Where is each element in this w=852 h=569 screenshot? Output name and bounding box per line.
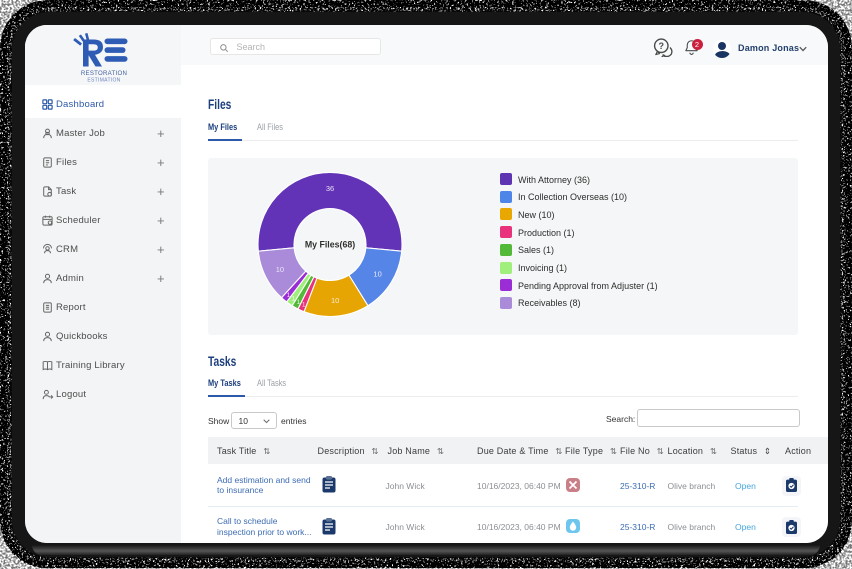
svg-text:10: 10: [373, 269, 381, 278]
svg-text:10: 10: [331, 295, 339, 304]
svg-text:10: 10: [275, 265, 283, 274]
svg-text:1: 1: [286, 292, 290, 299]
svg-text:36: 36: [325, 184, 333, 193]
svg-text:RESTORATION: RESTORATION: [81, 70, 127, 77]
svg-text:1: 1: [296, 298, 300, 305]
svg-text:1: 1: [301, 301, 305, 308]
svg-text:ESTIMATION: ESTIMATION: [87, 78, 120, 84]
svg-text:1: 1: [291, 295, 295, 302]
svg-text:My Files(68): My Files(68): [304, 239, 354, 249]
svg-text:?: ?: [659, 41, 665, 51]
